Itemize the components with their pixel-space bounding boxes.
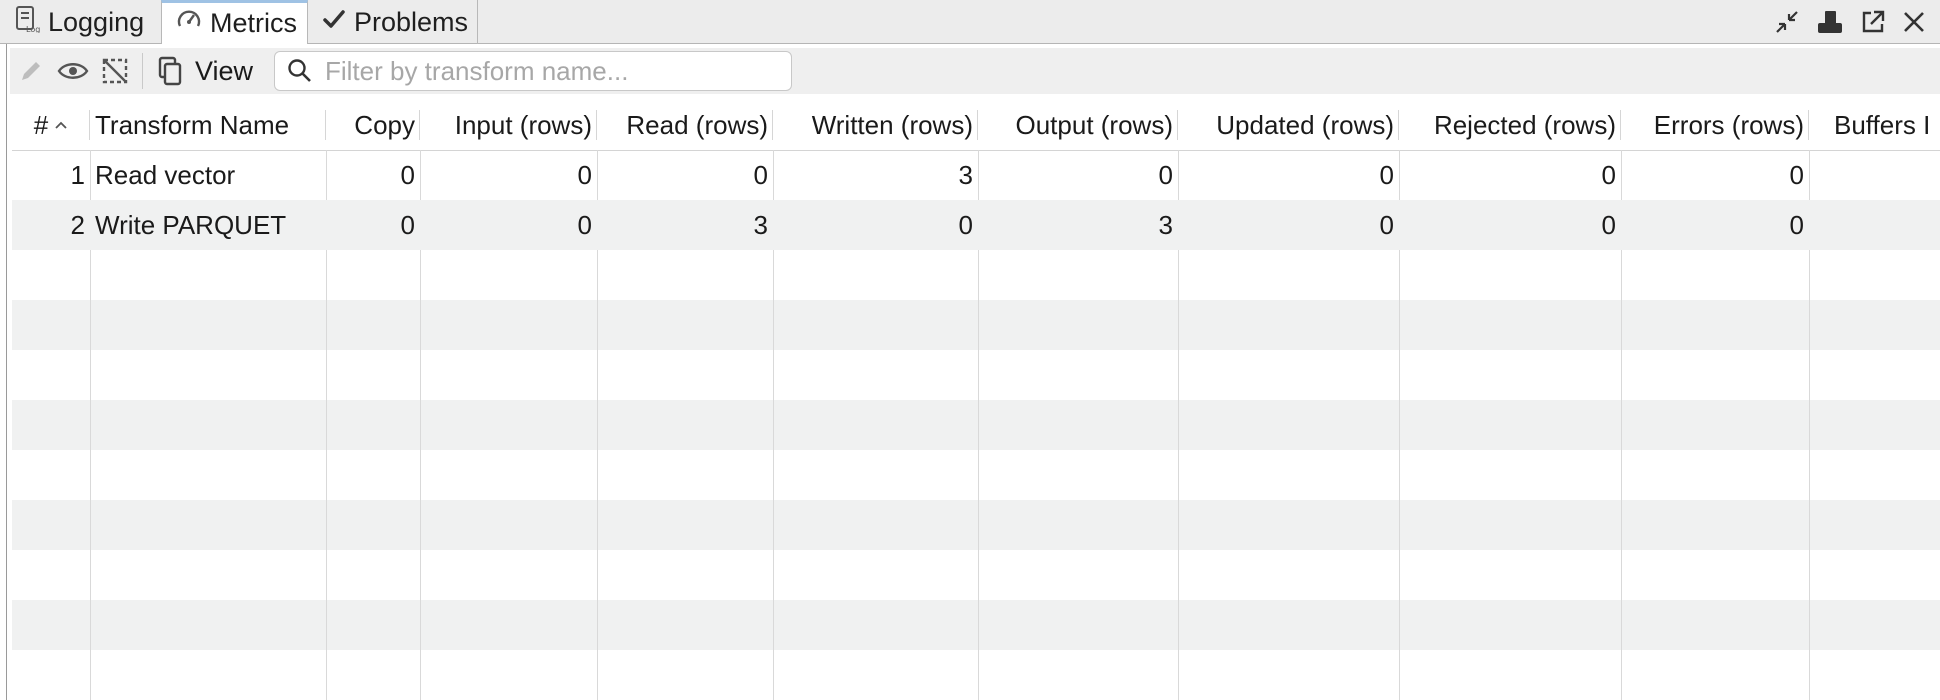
eye-icon[interactable] <box>52 48 94 94</box>
read-rows-cell: 3 <box>753 209 768 240</box>
column-header-rejected[interactable]: Rejected (rows) <box>1399 100 1621 150</box>
written-rows-cell: 0 <box>958 209 973 240</box>
transform-name-cell: Read vector <box>95 159 236 190</box>
transform-name-cell: Write PARQUET <box>95 209 287 240</box>
edit-icon[interactable] <box>10 48 52 94</box>
toolbar: View <box>10 48 1940 94</box>
detach-icon[interactable] <box>1860 9 1886 35</box>
sort-ascending-icon <box>54 120 68 130</box>
close-icon[interactable] <box>1902 10 1926 34</box>
column-header-transform-name[interactable]: Transform Name <box>90 100 326 150</box>
toolbar-separator <box>142 53 143 89</box>
row-number: 1 <box>70 159 85 190</box>
row-number: 2 <box>70 209 85 240</box>
updated-rows-cell: 0 <box>1379 159 1394 190</box>
copy-icon[interactable] <box>149 48 191 94</box>
column-header-copy[interactable]: Copy <box>326 100 420 150</box>
table-row-empty <box>12 400 1940 450</box>
minimize-icon[interactable] <box>1774 9 1800 35</box>
column-header-updated[interactable]: Updated (rows) <box>1178 100 1399 150</box>
written-rows-cell: 3 <box>958 159 973 190</box>
column-header-input[interactable]: Input (rows) <box>420 100 597 150</box>
errors-rows-cell: 0 <box>1789 209 1804 240</box>
table-row[interactable]: 2 Write PARQUET 0 0 3 0 3 0 0 0 <box>12 200 1940 250</box>
tab-metrics[interactable]: Metrics <box>161 0 308 44</box>
search-icon <box>287 58 313 84</box>
filter-input[interactable] <box>323 54 767 88</box>
column-header-written[interactable]: Written (rows) <box>773 100 978 150</box>
log-icon: Log <box>14 5 40 40</box>
restore-icon[interactable] <box>1816 9 1844 35</box>
column-header-number[interactable]: # <box>12 100 90 150</box>
table-row-empty <box>12 500 1940 550</box>
tab-label: Problems <box>354 6 469 37</box>
select-all-icon[interactable] <box>94 48 136 94</box>
column-header-buffers[interactable]: Buffers I <box>1809 100 1940 150</box>
panel-frame <box>6 44 7 700</box>
filter-search-box[interactable] <box>274 51 792 91</box>
input-rows-cell: 0 <box>577 159 592 190</box>
window-controls <box>1774 0 1926 44</box>
output-rows-cell: 3 <box>1158 209 1173 240</box>
metrics-table: # Transform Name Copy Input (rows) Read … <box>12 100 1940 700</box>
tab-problems[interactable]: Problems <box>308 0 478 44</box>
output-rows-cell: 0 <box>1158 159 1173 190</box>
column-header-output[interactable]: Output (rows) <box>978 100 1178 150</box>
tab-logging[interactable]: Log Logging <box>0 0 162 44</box>
table-row[interactable]: 1 Read vector 0 0 0 3 0 0 0 0 <box>12 150 1940 200</box>
copy-cell: 0 <box>400 159 415 190</box>
gauge-icon <box>176 7 202 40</box>
read-rows-cell: 0 <box>753 159 768 190</box>
view-button[interactable]: View <box>195 56 253 87</box>
input-rows-cell: 0 <box>577 209 592 240</box>
table-row-empty <box>12 300 1940 350</box>
svg-text:Log: Log <box>26 25 40 33</box>
errors-rows-cell: 0 <box>1789 159 1804 190</box>
table-row-empty <box>12 600 1940 650</box>
checkmark-icon <box>322 7 346 38</box>
column-header-read[interactable]: Read (rows) <box>597 100 773 150</box>
column-header-errors[interactable]: Errors (rows) <box>1621 100 1809 150</box>
tab-label: Metrics <box>210 8 297 38</box>
tab-bar: Log Logging Metrics Problems <box>0 0 1940 44</box>
table-header: # Transform Name Copy Input (rows) Read … <box>12 100 1940 151</box>
rejected-rows-cell: 0 <box>1601 159 1616 190</box>
updated-rows-cell: 0 <box>1379 209 1394 240</box>
copy-cell: 0 <box>400 209 415 240</box>
tab-label: Logging <box>48 6 145 37</box>
rejected-rows-cell: 0 <box>1601 209 1616 240</box>
